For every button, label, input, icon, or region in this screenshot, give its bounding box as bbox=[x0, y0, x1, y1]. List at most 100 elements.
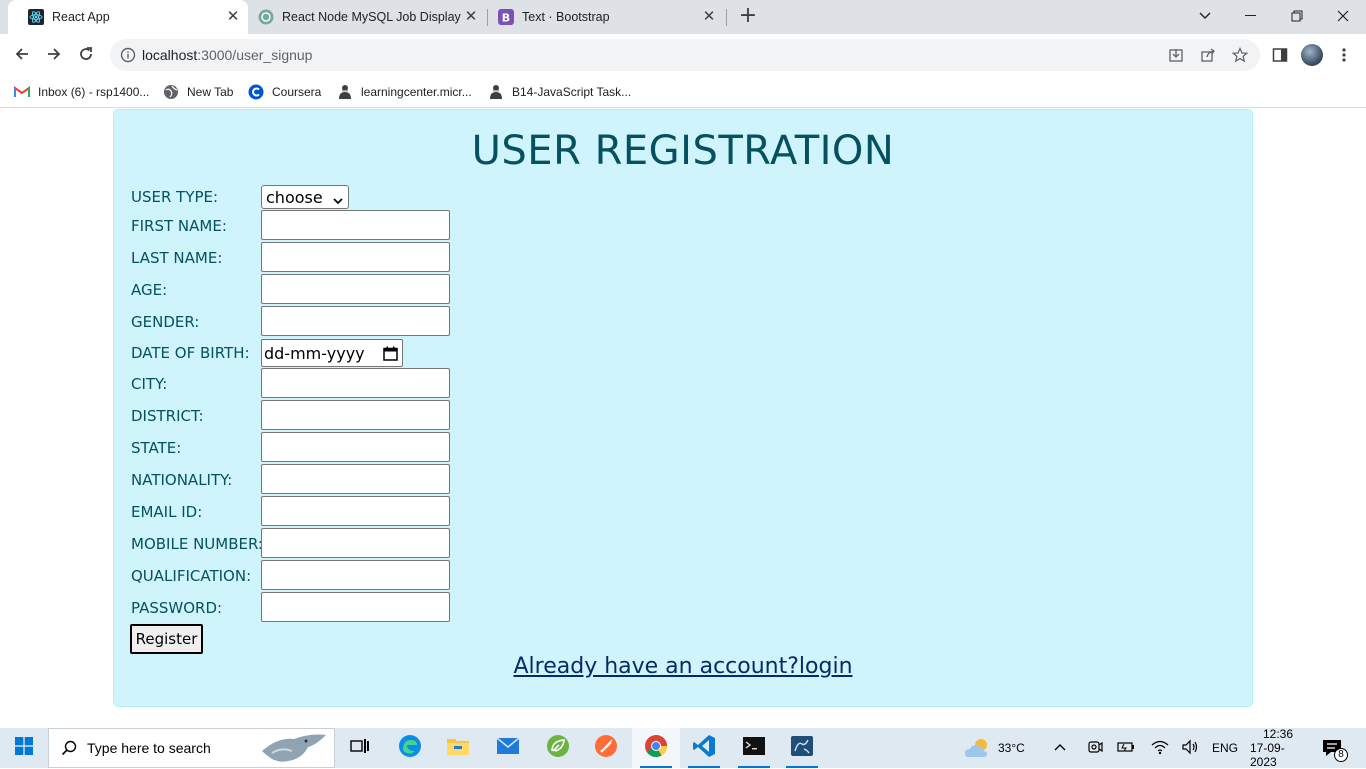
tab-react-node-mysql[interactable]: React Node MySQL Job Display ✕ bbox=[250, 0, 486, 34]
user-type-value: choose bbox=[266, 187, 323, 207]
calendar-icon[interactable] bbox=[383, 346, 398, 365]
clock-date: 17-09-2023 bbox=[1250, 741, 1285, 769]
task-view-icon bbox=[350, 737, 370, 759]
page-viewport: USER REGISTRATION USER TYPE: choose FIRS… bbox=[0, 109, 1366, 728]
qualification-input[interactable] bbox=[261, 560, 450, 590]
mobile-number-input[interactable] bbox=[261, 528, 450, 558]
coursera-icon bbox=[248, 84, 264, 100]
share-icon[interactable] bbox=[1198, 45, 1218, 65]
address-bar[interactable]: localhost:3000/user_signup bbox=[110, 39, 1260, 71]
bookmark-label: Inbox (6) - rsp1400... bbox=[38, 85, 150, 99]
gender-label: GENDER: bbox=[131, 313, 200, 331]
postman-icon bbox=[594, 734, 618, 762]
taskbar-file-explorer[interactable] bbox=[434, 728, 482, 768]
clock-time: 12:36 bbox=[1262, 727, 1294, 741]
chevron-up-icon bbox=[1053, 741, 1067, 755]
menu-icon[interactable] bbox=[1333, 44, 1355, 66]
chatgpt-icon bbox=[258, 9, 274, 25]
windows-logo-icon bbox=[15, 737, 33, 759]
bookmark-star-icon[interactable] bbox=[1230, 45, 1250, 65]
bookmark-inbox[interactable]: Inbox (6) - rsp1400... bbox=[14, 82, 149, 102]
forward-button[interactable] bbox=[40, 40, 68, 68]
bookmark-label: B14-JavaScript Task... bbox=[512, 85, 632, 99]
bookmark-new-tab[interactable]: New Tab bbox=[163, 82, 233, 102]
spring-leaf-icon bbox=[546, 734, 570, 762]
mobile-number-label: MOBILE NUMBER: bbox=[131, 535, 263, 553]
reload-button[interactable] bbox=[72, 40, 100, 68]
bookmark-learningcenter[interactable]: learningcenter.micr... bbox=[337, 82, 472, 102]
manta-ray-icon bbox=[258, 729, 330, 767]
tab-title: React App bbox=[52, 10, 110, 24]
city-input[interactable] bbox=[261, 368, 450, 398]
bookmark-b14-javascript[interactable]: B14-JavaScript Task... bbox=[488, 82, 631, 102]
taskbar-search-box[interactable]: Type here to search bbox=[48, 728, 335, 768]
district-input[interactable] bbox=[261, 400, 450, 430]
close-window-button[interactable] bbox=[1320, 0, 1366, 32]
email-input[interactable] bbox=[261, 496, 450, 526]
tray-overflow-button[interactable] bbox=[1053, 728, 1067, 768]
taskbar-postman[interactable] bbox=[582, 728, 630, 768]
weather-widget[interactable]: 33°C bbox=[964, 728, 1025, 768]
minimize-button[interactable] bbox=[1228, 0, 1274, 32]
task-view-button[interactable] bbox=[336, 728, 384, 768]
login-link[interactable]: Already have an account?login bbox=[114, 654, 1252, 679]
tray-clock[interactable]: 12:36 17-09-2023 bbox=[1250, 727, 1306, 769]
user-type-select[interactable]: choose bbox=[261, 185, 349, 209]
wifi-icon bbox=[1151, 739, 1169, 758]
tray-volume[interactable] bbox=[1181, 728, 1199, 768]
battery-icon bbox=[1117, 740, 1135, 757]
person-icon bbox=[488, 84, 504, 100]
age-input[interactable] bbox=[261, 274, 450, 304]
close-icon[interactable]: ✕ bbox=[462, 8, 480, 26]
password-input[interactable] bbox=[261, 592, 450, 622]
register-button[interactable]: Register bbox=[130, 624, 203, 654]
tray-language[interactable]: ENG bbox=[1212, 728, 1238, 768]
bootstrap-icon: B bbox=[498, 9, 514, 25]
first-name-input[interactable] bbox=[261, 210, 450, 240]
taskbar-mail[interactable] bbox=[484, 728, 532, 768]
back-button[interactable] bbox=[8, 40, 36, 68]
install-icon[interactable] bbox=[1166, 45, 1186, 65]
terminal-icon bbox=[742, 736, 766, 760]
gmail-icon bbox=[14, 84, 30, 100]
side-panel-icon[interactable] bbox=[1269, 44, 1291, 66]
nationality-label: NATIONALITY: bbox=[131, 471, 233, 489]
password-label: PASSWORD: bbox=[131, 599, 223, 617]
taskbar-spring-tool[interactable] bbox=[534, 728, 582, 768]
tray-network[interactable] bbox=[1151, 728, 1169, 768]
nationality-input[interactable] bbox=[261, 464, 450, 494]
restore-button[interactable] bbox=[1274, 0, 1320, 32]
taskbar-mysql-workbench[interactable] bbox=[778, 728, 826, 768]
taskbar-edge[interactable] bbox=[386, 728, 434, 768]
notification-icon: 8 bbox=[1322, 739, 1348, 762]
tab-text-bootstrap[interactable]: B Text · Bootstrap ✕ bbox=[488, 0, 724, 34]
gender-input[interactable] bbox=[261, 306, 450, 336]
tray-meet-now[interactable] bbox=[1087, 728, 1103, 768]
dob-input[interactable]: dd-mm-yyyy bbox=[261, 339, 403, 367]
taskbar-terminal[interactable] bbox=[730, 728, 778, 768]
info-icon[interactable] bbox=[118, 45, 138, 65]
close-icon[interactable]: ✕ bbox=[224, 8, 242, 26]
browser-tab-strip: React App ✕ React Node MySQL Job Display… bbox=[0, 0, 1366, 34]
profile-avatar[interactable] bbox=[1301, 44, 1323, 66]
state-input[interactable] bbox=[261, 432, 450, 462]
start-button[interactable] bbox=[0, 728, 48, 768]
bookmark-coursera[interactable]: Coursera bbox=[248, 82, 321, 102]
tab-react-app[interactable]: React App ✕ bbox=[8, 0, 248, 34]
globe-icon bbox=[163, 84, 179, 100]
close-icon[interactable]: ✕ bbox=[700, 8, 718, 26]
speaker-icon bbox=[1181, 739, 1199, 758]
tray-notifications[interactable]: 8 bbox=[1322, 728, 1348, 768]
taskbar-chrome[interactable] bbox=[632, 728, 680, 768]
svg-text:B: B bbox=[502, 12, 510, 25]
tray-battery[interactable] bbox=[1117, 728, 1135, 768]
last-name-input[interactable] bbox=[261, 242, 450, 272]
search-icon bbox=[61, 740, 77, 756]
taskbar-vscode[interactable] bbox=[680, 728, 728, 768]
tab-search-button[interactable] bbox=[1182, 0, 1228, 32]
url-text: localhost:3000/user_signup bbox=[142, 47, 312, 63]
new-tab-button[interactable]: + bbox=[737, 5, 759, 28]
partly-cloudy-icon bbox=[964, 737, 992, 759]
react-icon bbox=[28, 9, 44, 25]
city-label: CITY: bbox=[131, 375, 168, 393]
